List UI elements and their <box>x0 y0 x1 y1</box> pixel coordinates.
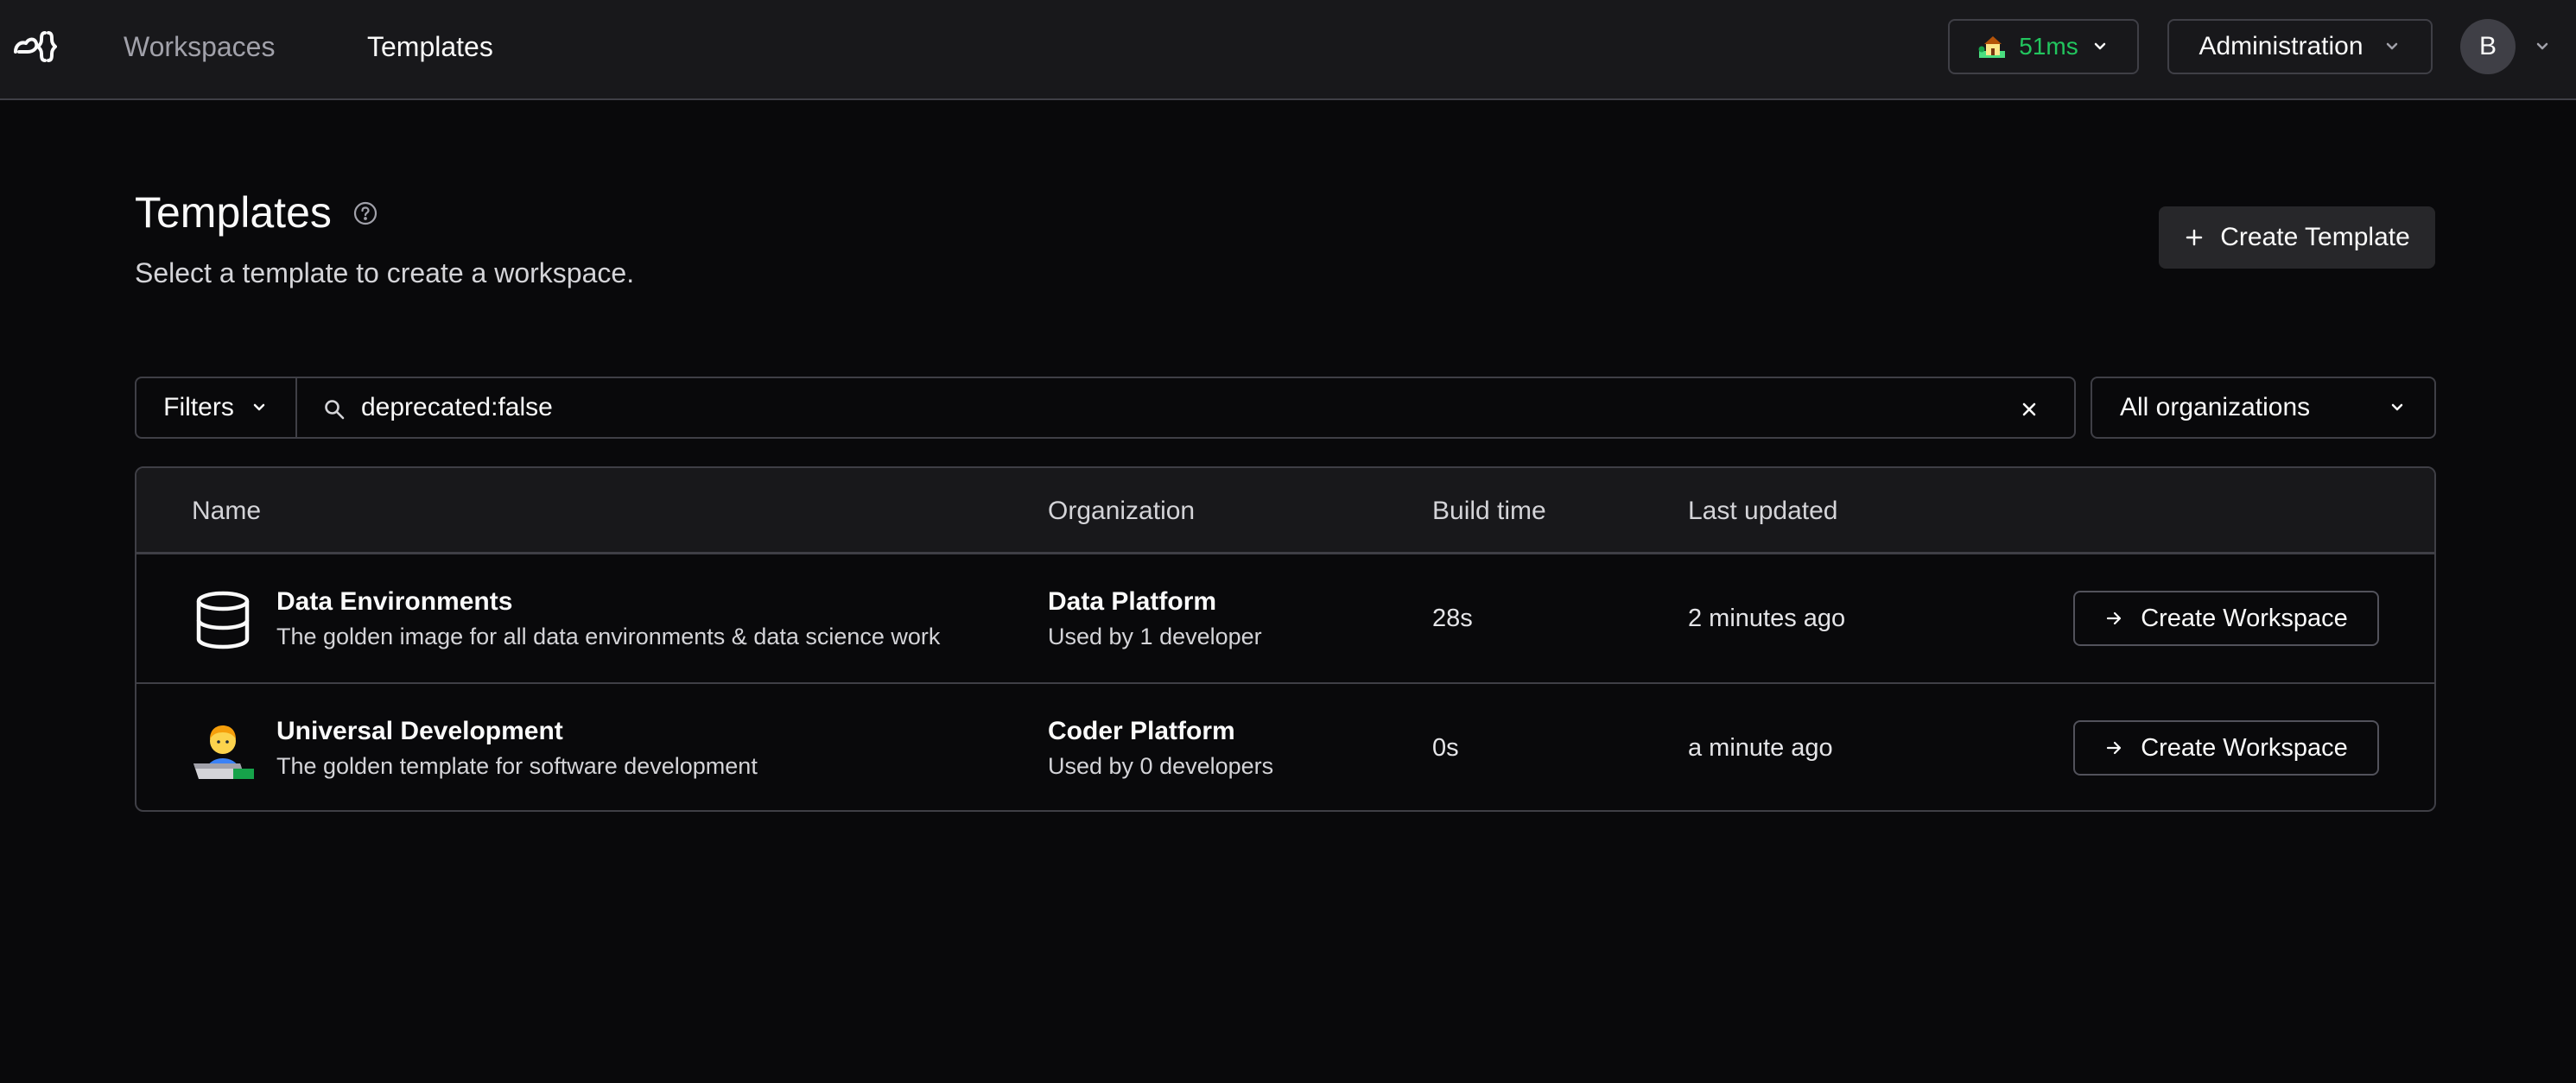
template-name: Universal Development <box>276 717 563 745</box>
administration-label: Administration <box>2198 32 2363 60</box>
organization-name: Data Platform <box>1048 587 1217 616</box>
table-header: Name Organization Build time Last update… <box>136 468 2434 554</box>
column-header-build-time: Build time <box>1432 497 1546 525</box>
usage-count: Used by 1 developer <box>1048 624 1262 649</box>
usage-count: Used by 0 developers <box>1048 753 1274 779</box>
create-workspace-button[interactable]: Create Workspace <box>2073 591 2379 646</box>
create-template-button[interactable]: Create Template <box>2159 206 2435 269</box>
database-icon <box>196 591 250 649</box>
latency-value: 51ms <box>2019 33 2078 60</box>
create-workspace-label: Create Workspace <box>2141 604 2348 632</box>
organization-select-value: All organizations <box>2120 393 2311 421</box>
build-time: 28s <box>1432 605 1473 632</box>
chevron-down-icon <box>2391 403 2403 411</box>
organization-select[interactable]: All organizations <box>2091 377 2436 439</box>
close-icon[interactable] <box>2019 399 2040 420</box>
top-navigation-bar: Workspaces Templates 51ms Administration… <box>0 0 2576 100</box>
column-header-organization: Organization <box>1048 497 1196 525</box>
create-template-label: Create Template <box>2220 223 2410 251</box>
filters-label: Filters <box>163 393 234 421</box>
search-input[interactable] <box>297 378 2074 437</box>
technologist-icon <box>194 725 254 779</box>
table-row[interactable]: Universal Development The golden templat… <box>136 684 2434 810</box>
last-updated: a minute ago <box>1688 734 1833 762</box>
coder-logo-icon[interactable] <box>12 26 57 67</box>
filter-bar: Filters <box>135 377 2076 439</box>
arrow-right-icon <box>2107 611 2122 625</box>
chevron-down-icon <box>253 403 265 411</box>
user-avatar[interactable]: B <box>2460 19 2516 74</box>
nav-link-templates[interactable]: Templates <box>367 29 493 64</box>
plus-icon <box>2186 229 2203 246</box>
page-title: Templates <box>135 188 332 237</box>
proxy-latency-button[interactable]: 51ms <box>1948 19 2139 74</box>
help-icon[interactable] <box>352 200 378 226</box>
column-header-name: Name <box>192 497 262 525</box>
house-with-garden-icon <box>1978 36 2006 58</box>
table-row[interactable]: Data Environments The golden image for a… <box>136 554 2434 684</box>
create-workspace-button[interactable]: Create Workspace <box>2073 720 2379 776</box>
administration-dropdown[interactable]: Administration <box>2167 19 2433 74</box>
column-header-last-updated: Last updated <box>1688 497 1838 525</box>
filters-dropdown-button[interactable]: Filters <box>136 378 297 437</box>
organization-name: Coder Platform <box>1048 717 1235 745</box>
template-name: Data Environments <box>276 587 513 616</box>
build-time: 0s <box>1432 734 1459 762</box>
user-menu-chevron-icon[interactable] <box>2533 37 2552 56</box>
search-field <box>297 378 2074 437</box>
page-subtitle: Select a template to create a workspace. <box>135 257 635 288</box>
templates-table: Name Organization Build time Last update… <box>135 466 2436 812</box>
avatar-initial: B <box>2478 32 2497 60</box>
chevron-down-icon <box>2094 42 2105 50</box>
template-description: The golden template for software develop… <box>276 753 758 779</box>
create-workspace-label: Create Workspace <box>2141 733 2348 762</box>
chevron-down-icon <box>2386 42 2397 50</box>
search-icon <box>325 400 345 420</box>
nav-link-workspaces[interactable]: Workspaces <box>124 29 275 64</box>
last-updated: 2 minutes ago <box>1688 605 1846 632</box>
template-description: The golden image for all data environmen… <box>276 624 941 649</box>
arrow-right-icon <box>2107 741 2122 755</box>
